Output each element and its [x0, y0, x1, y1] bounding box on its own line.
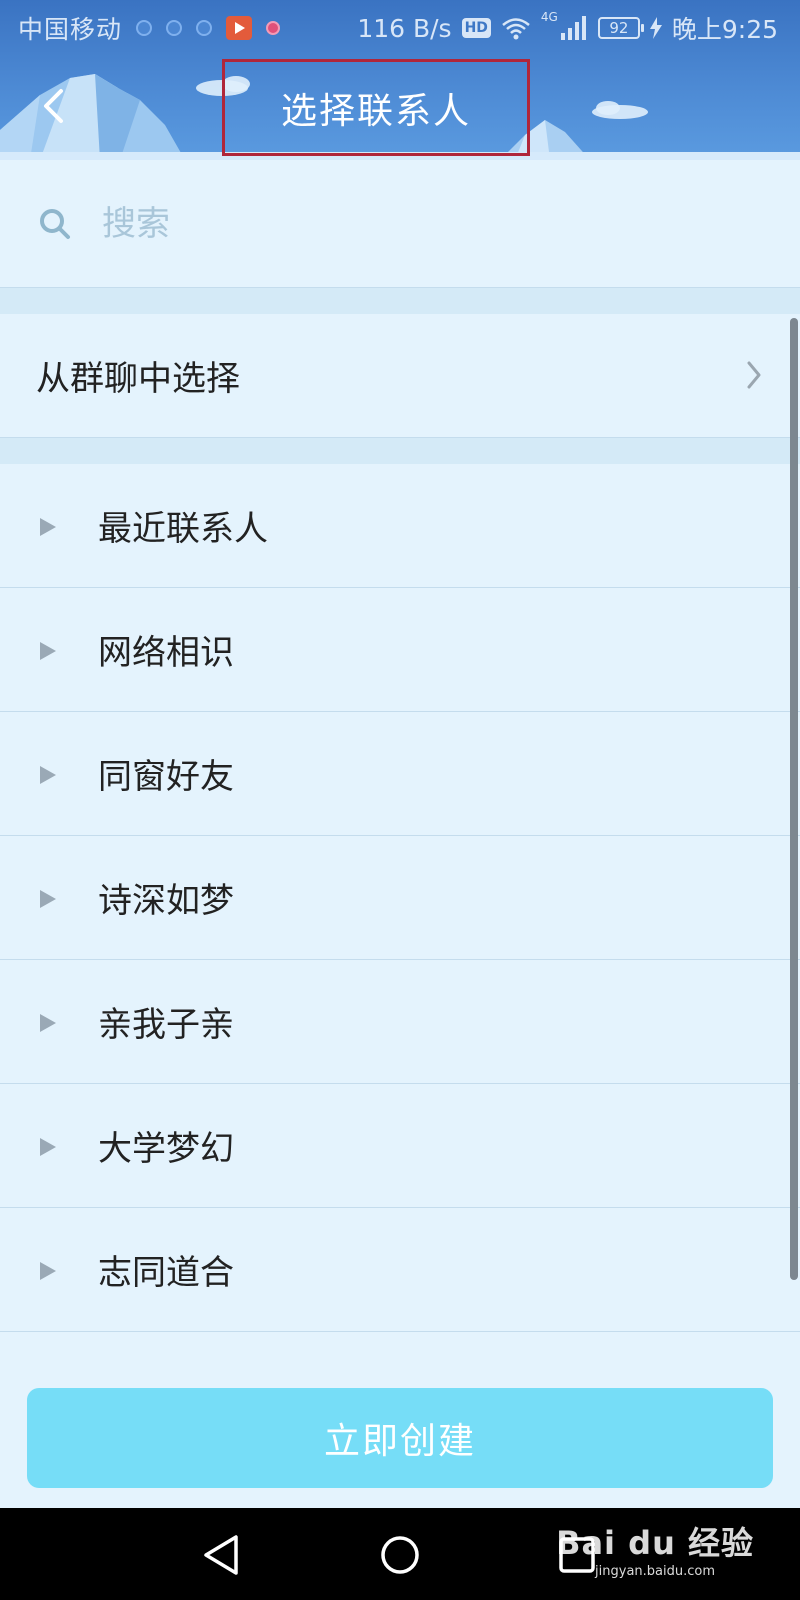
status-right: 116 B/s HD 4G 92 晚上9:25	[357, 10, 778, 46]
list-item-group-5[interactable]: 亲我子亲	[0, 960, 800, 1084]
list-item-classmates[interactable]: 同窗好友	[0, 712, 800, 836]
title-highlight-box: 选择联系人	[222, 59, 530, 156]
video-app-icon	[226, 16, 253, 40]
battery-indicator: 92	[597, 17, 644, 39]
watermark-url: jingyan.baidu.com	[595, 1564, 716, 1579]
hd-voice-badge: HD	[461, 18, 491, 38]
wifi-icon	[502, 18, 530, 40]
expand-arrow-icon	[40, 1014, 56, 1032]
expand-arrow-icon	[40, 1262, 56, 1280]
create-now-button[interactable]: 立即创建	[27, 1388, 773, 1488]
list-item-online-acquaintances[interactable]: 网络相识	[0, 588, 800, 712]
carrier-name: 中国移动	[18, 15, 123, 44]
back-arrow-icon	[44, 89, 63, 123]
baidu-jingyan-watermark: Bai du 经验 jingyan.baidu.com	[556, 1518, 754, 1579]
status-bar: 中国移动 116 B/s HD 4G 92 晚上9:25	[0, 0, 800, 54]
list-item-recent-contacts[interactable]: 最近联系人	[0, 464, 800, 588]
group-label: 诗深如梦	[98, 881, 234, 921]
system-navigation-bar: Bai du 经验 jingyan.baidu.com	[0, 1508, 800, 1600]
contact-group-list: 最近联系人 网络相识 同窗好友 诗深如梦 亲我子亲 大学梦幻 志同道合	[0, 464, 800, 1332]
notification-app-icon	[166, 20, 183, 36]
select-from-group-chat-label: 从群聊中选择	[36, 359, 240, 399]
section-divider	[0, 288, 800, 314]
content-area: 从群聊中选择 最近联系人 网络相识 同窗好友 诗深如梦 亲我子亲 大学梦幻	[0, 160, 800, 1508]
network-speed: 116 B/s	[357, 13, 452, 43]
title-bar: 选择联系人	[0, 54, 800, 160]
expand-arrow-icon	[40, 642, 56, 660]
watermark-logo: Bai du 经验	[556, 1524, 754, 1562]
header: 中国移动 116 B/s HD 4G 92 晚上9:25 选择联系人	[0, 0, 800, 160]
search-icon	[40, 208, 70, 239]
expand-arrow-icon	[40, 1138, 56, 1156]
clock: 晚上9:25	[671, 15, 778, 44]
charging-bolt-icon	[649, 17, 662, 39]
nav-home-icon[interactable]	[375, 1532, 425, 1578]
list-item-group-7[interactable]: 志同道合	[0, 1208, 800, 1332]
select-from-group-chat-row[interactable]: 从群聊中选择	[0, 314, 800, 438]
notification-app-icon	[196, 20, 213, 36]
group-label: 同窗好友	[98, 757, 234, 797]
status-left: 中国移动	[18, 10, 281, 46]
group-label: 最近联系人	[98, 509, 268, 549]
chevron-right-icon	[747, 361, 761, 389]
page-title: 选择联系人	[280, 90, 471, 132]
back-button[interactable]	[28, 76, 78, 136]
notification-app-icon	[136, 20, 153, 36]
list-item-group-6[interactable]: 大学梦幻	[0, 1084, 800, 1208]
search-bar[interactable]	[0, 160, 800, 288]
notification-app-icon	[266, 21, 281, 35]
group-label: 网络相识	[98, 633, 234, 673]
network-type-label: 4G	[540, 10, 558, 24]
expand-arrow-icon	[40, 766, 56, 784]
section-divider	[0, 438, 800, 464]
search-input[interactable]	[100, 202, 700, 245]
scrollbar[interactable]	[790, 318, 798, 1280]
expand-arrow-icon	[40, 890, 56, 908]
group-label: 大学梦幻	[98, 1129, 234, 1169]
group-label: 志同道合	[98, 1253, 234, 1293]
nav-back-icon[interactable]	[198, 1532, 248, 1578]
list-item-group-4[interactable]: 诗深如梦	[0, 836, 800, 960]
signal-strength-icon	[560, 16, 586, 40]
group-label: 亲我子亲	[98, 1005, 234, 1045]
expand-arrow-icon	[40, 518, 56, 536]
